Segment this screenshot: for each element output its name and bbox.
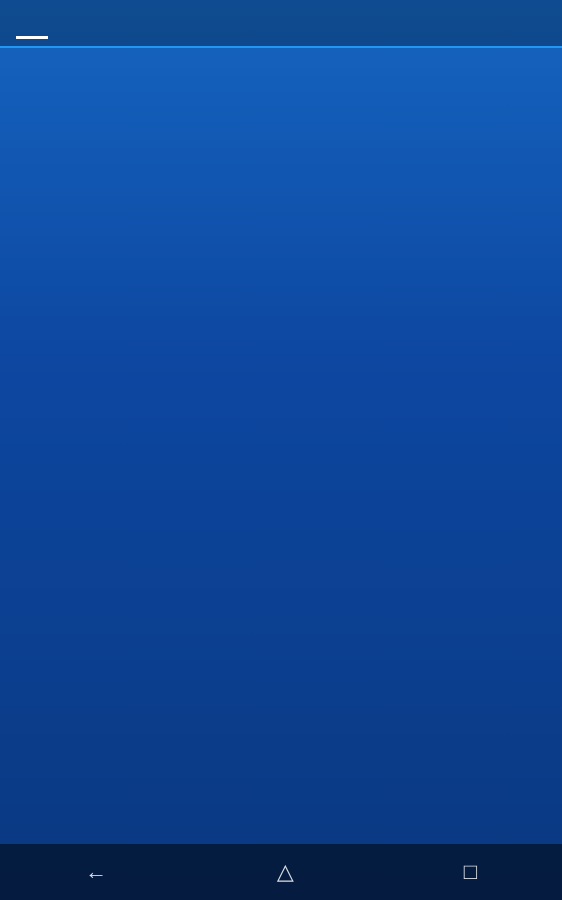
app-grid <box>0 48 562 844</box>
home-button[interactable]: △ <box>277 860 294 885</box>
top-bar <box>0 0 562 48</box>
bottom-nav: ← △ □ <box>0 844 562 900</box>
tab-widgets[interactable] <box>48 9 80 37</box>
recents-button[interactable]: □ <box>464 859 477 885</box>
back-button[interactable]: ← <box>85 859 107 885</box>
tab-apps[interactable] <box>16 8 48 39</box>
